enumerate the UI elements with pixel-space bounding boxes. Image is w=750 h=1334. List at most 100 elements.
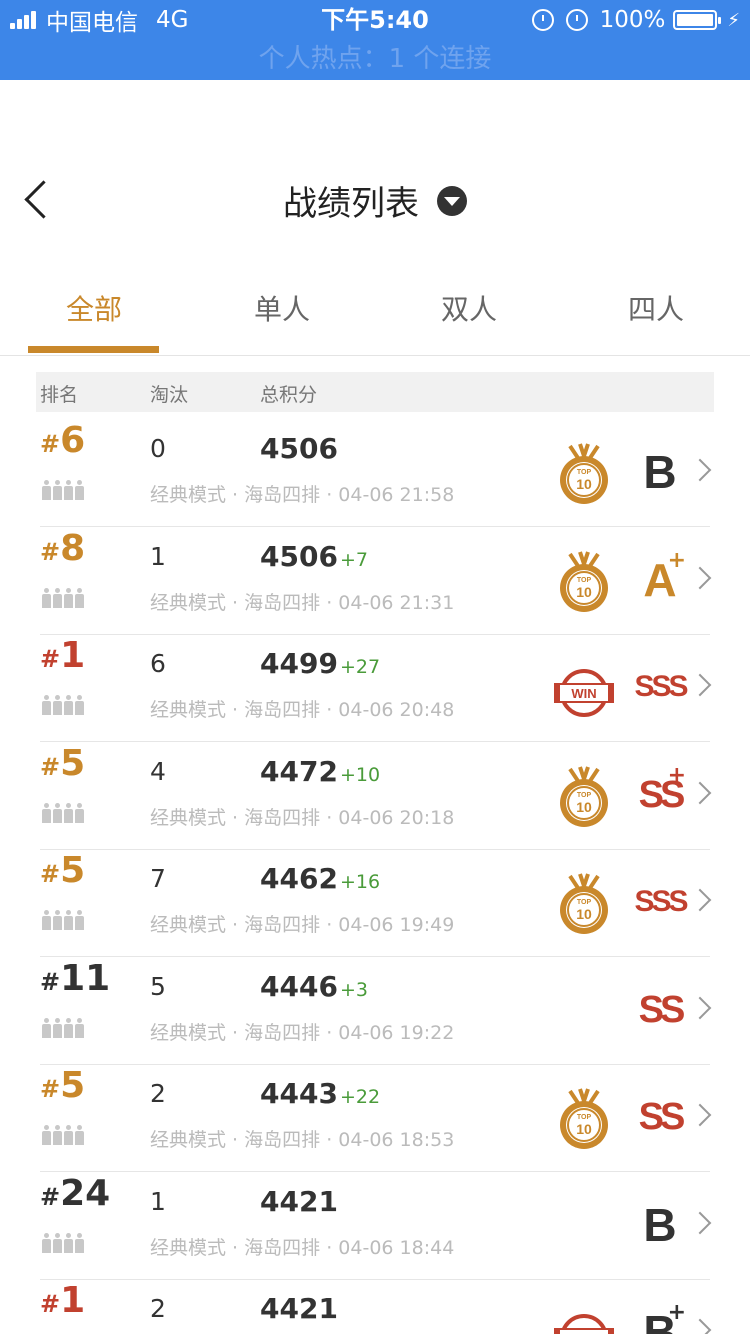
chevron-right-icon[interactable] — [692, 568, 712, 588]
match-map: 海岛四排 — [244, 1236, 321, 1259]
match-mode: 经典模式 — [150, 1236, 227, 1259]
top10-badge-icon: TOP 10 — [556, 765, 612, 829]
svg-text:TOP: TOP — [577, 899, 592, 906]
rank-label: #5 — [40, 742, 86, 784]
meta-separator: · — [226, 1236, 245, 1259]
rank-value: 5 — [60, 742, 86, 784]
person-icon — [42, 802, 51, 823]
hotspot-banner[interactable]: 个人热点：1 个连接 — [0, 40, 750, 78]
svg-text:TOP: TOP — [577, 1114, 592, 1121]
person-icon — [64, 1125, 73, 1145]
meta-separator: · — [320, 484, 339, 506]
match-map: 海岛四排 — [244, 591, 321, 614]
chevron-right-icon[interactable] — [692, 675, 712, 695]
match-time: 04-06 20:48 — [338, 699, 455, 721]
meta-separator: · — [320, 699, 339, 721]
kills-value: 7 — [150, 864, 166, 893]
rank-value: 24 — [60, 1172, 111, 1214]
table-row[interactable]: #5 2 4443 +22 经典模式 · 海岛四排 · 04-06 18:53 TOP 10… — [40, 1065, 710, 1172]
chevron-right-icon[interactable] — [692, 1105, 712, 1125]
person-icon — [42, 480, 51, 500]
top10-badge-icon: TOP 10 — [556, 442, 612, 506]
score-value: 4443 +22 — [260, 1077, 381, 1110]
match-map: 海岛四排 — [244, 699, 321, 721]
score-value: 4472 +10 — [260, 754, 381, 788]
person-icon — [64, 695, 73, 715]
person-icon — [64, 802, 73, 823]
chevron-right-icon[interactable] — [692, 1213, 712, 1233]
meta-separator: · — [320, 1021, 339, 1044]
status-bar: 中国电信 4G 下午5:40 100% ⚡ 个人热点：1 个连接 — [0, 0, 750, 80]
match-map: 海岛四排 — [244, 1021, 321, 1044]
squad-icon — [42, 910, 86, 930]
rank-label: #1 — [40, 1280, 86, 1321]
nav-bar: 战绩列表 — [0, 80, 750, 260]
chevron-right-icon[interactable] — [692, 460, 712, 480]
person-icon — [53, 802, 62, 823]
page-title[interactable]: 战绩列表 — [283, 184, 419, 224]
table-row[interactable]: #1 6 4499 +27 经典模式 · 海岛四排 · 04-06 20:48 WIN SS… — [40, 635, 710, 742]
orientation-lock-icon — [531, 9, 554, 31]
svg-text:10: 10 — [576, 476, 592, 492]
tab-duo[interactable]: 双人 — [375, 288, 563, 328]
svg-text:TOP: TOP — [577, 792, 592, 799]
meta-separator: · — [226, 699, 245, 721]
squad-icon — [42, 802, 86, 823]
match-time: 04-06 21:58 — [338, 484, 455, 506]
person-icon — [53, 910, 62, 930]
kills-value: 0 — [150, 434, 166, 463]
score-delta: +27 — [339, 656, 381, 678]
match-meta: 经典模式 · 海岛四排 · 04-06 21:31 — [150, 588, 454, 615]
dropdown-icon[interactable] — [437, 185, 467, 216]
squad-icon — [42, 1232, 86, 1253]
match-time: 04-06 19:49 — [338, 914, 455, 936]
rank-value: 5 — [60, 1065, 86, 1106]
person-icon — [53, 1017, 62, 1038]
score-delta: +10 — [339, 763, 381, 786]
table-row[interactable]: #6 0 4506 经典模式 · 海岛四排 · 04-06 21:58 TOP 10 B — [40, 420, 710, 527]
tab-all[interactable]: 全部 — [0, 288, 188, 328]
match-map: 海岛四排 — [244, 1129, 321, 1151]
tab-solo[interactable]: 单人 — [188, 288, 376, 328]
tab-squad[interactable]: 四人 — [562, 288, 750, 328]
person-icon — [42, 1125, 51, 1145]
score-value: 4421 — [260, 1292, 338, 1325]
grade-icon: B — [643, 1198, 677, 1251]
chevron-right-icon[interactable] — [692, 783, 712, 803]
table-row[interactable]: #24 1 4421 经典模式 · 海岛四排 · 04-06 18:44 B — [40, 1173, 710, 1280]
top10-badge-icon: TOP 10 — [556, 1087, 612, 1151]
rank-value: 5 — [60, 850, 86, 891]
squad-icon — [42, 1017, 86, 1038]
rank-label: #5 — [40, 1065, 86, 1106]
grade-icon: SS + — [638, 762, 686, 816]
match-map: 海岛四排 — [244, 806, 321, 829]
table-row[interactable]: #5 7 4462 +16 经典模式 · 海岛四排 · 04-06 19:49 TOP 10… — [40, 850, 710, 957]
person-icon — [75, 1017, 84, 1038]
table-row[interactable]: #8 1 4506 +7 经典模式 · 海岛四排 · 04-06 21:31 TOP 10 A… — [40, 528, 710, 635]
chevron-right-icon[interactable] — [692, 1320, 712, 1334]
table-row[interactable]: #11 5 4446 +3 经典模式 · 海岛四排 · 04-06 19:22 SS — [40, 958, 710, 1065]
filter-tabs: 全部 单人 双人 四人 — [0, 270, 750, 356]
header-kills: 淘汰 — [150, 384, 189, 406]
match-meta: 经典模式 · 海岛四排 · 04-06 18:53 — [150, 1125, 454, 1152]
kills-value: 2 — [150, 1294, 166, 1323]
match-meta: 经典模式 · 海岛四排 · 04-06 18:44 — [150, 1233, 454, 1260]
score-delta: +3 — [339, 978, 368, 1001]
person-icon — [53, 587, 62, 608]
score-delta: +7 — [339, 548, 368, 571]
person-icon — [75, 910, 84, 930]
table-row[interactable]: #5 4 4472 +10 经典模式 · 海岛四排 · 04-06 20:18 TOP 10… — [40, 743, 710, 850]
rank-value: 1 — [60, 1280, 86, 1321]
table-row[interactable]: #124421经典模式 · 海岛四排WINB+ — [40, 1280, 710, 1334]
person-icon — [75, 1125, 84, 1145]
win-badge-icon: WIN — [554, 657, 614, 721]
chevron-right-icon[interactable] — [692, 890, 712, 910]
rank-label: #1 — [40, 635, 86, 676]
chevron-right-icon[interactable] — [692, 998, 712, 1018]
rank-value: 6 — [60, 420, 86, 461]
match-mode: 经典模式 — [150, 1021, 227, 1044]
grade-icon: A + — [643, 547, 686, 606]
header-rank: 排名 — [40, 384, 79, 406]
match-meta: 经典模式 · 海岛四排 · 04-06 20:48 — [150, 695, 454, 722]
kills-value: 4 — [150, 756, 166, 786]
